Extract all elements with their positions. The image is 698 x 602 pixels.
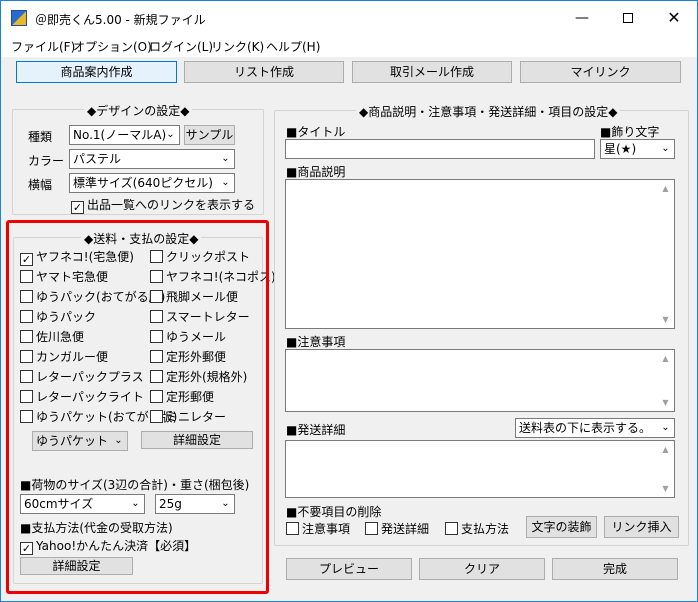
shipping-position-select[interactable]: 送料表の下に表示する。 ⌄ bbox=[515, 418, 675, 438]
menu-link[interactable]: リンク(K) bbox=[211, 38, 264, 55]
product-settings-title: ◆商品説明・注意事項・発送詳細・項目の設定◆ bbox=[356, 103, 621, 120]
highlight-box bbox=[6, 220, 269, 594]
description-textarea[interactable]: ▲ ▼ bbox=[285, 179, 675, 329]
menu-help[interactable]: ヘルプ(H) bbox=[266, 38, 320, 55]
tab-list[interactable]: リスト作成 bbox=[184, 61, 344, 83]
deco-value: 星(★) bbox=[604, 142, 637, 156]
notes-textarea[interactable]: ▲ ▼ bbox=[285, 349, 675, 412]
notes-scrollbar[interactable]: ▲ ▼ bbox=[657, 350, 674, 411]
minimize-button[interactable]: — bbox=[559, 1, 605, 35]
chevron-down-icon: ⌄ bbox=[221, 153, 230, 164]
type-value: No.1(ノーマルA) bbox=[73, 128, 167, 142]
color-value: パステル bbox=[73, 152, 122, 166]
shipping-detail-scrollbar[interactable]: ▲ ▼ bbox=[657, 441, 674, 497]
design-settings-title: ◆デザインの設定◆ bbox=[84, 102, 193, 119]
title-input[interactable] bbox=[285, 139, 595, 159]
scroll-up-icon[interactable]: ▲ bbox=[657, 441, 674, 458]
scroll-up-icon[interactable]: ▲ bbox=[657, 180, 674, 197]
listing-link-label: 出品一覧へのリンクを表示する bbox=[87, 198, 256, 212]
title-label: ■タイトル bbox=[286, 125, 346, 139]
checkmark-icon: ✓ bbox=[71, 201, 84, 214]
app-window: ＠即売くん5.00 - 新規ファイル — ✕ ファイル(F) オプション(O) … bbox=[0, 0, 698, 602]
scroll-up-icon[interactable]: ▲ bbox=[657, 350, 674, 367]
title-bar: ＠即売くん5.00 - 新規ファイル — ✕ bbox=[1, 1, 697, 35]
shipping-position-value: 送料表の下に表示する。 bbox=[519, 421, 652, 435]
checkbox-box bbox=[445, 522, 458, 535]
checkbox-box bbox=[365, 522, 378, 535]
clear-button[interactable]: クリア bbox=[419, 558, 545, 580]
menu-login[interactable]: ログイン(L) bbox=[149, 38, 213, 55]
maximize-icon bbox=[623, 13, 633, 23]
deco-select[interactable]: 星(★) ⌄ bbox=[600, 139, 675, 159]
remove-shipping-checkbox[interactable]: 発送詳細 bbox=[365, 522, 429, 538]
color-select[interactable]: パステル ⌄ bbox=[69, 149, 235, 169]
description-label: ■商品説明 bbox=[286, 165, 346, 179]
description-scrollbar[interactable]: ▲ ▼ bbox=[657, 180, 674, 328]
chevron-down-icon: ⌄ bbox=[661, 143, 670, 154]
tab-my-link[interactable]: マイリンク bbox=[520, 61, 681, 83]
close-button[interactable]: ✕ bbox=[651, 1, 697, 35]
scroll-down-icon[interactable]: ▼ bbox=[657, 480, 674, 497]
preview-button[interactable]: プレビュー bbox=[286, 558, 412, 580]
remove-shipping-label: 発送詳細 bbox=[381, 522, 430, 536]
chevron-down-icon: ⌄ bbox=[661, 422, 670, 433]
unused-items-label: ■不要項目の削除 bbox=[286, 505, 382, 519]
remove-notes-checkbox[interactable]: 注意事項 bbox=[286, 522, 350, 538]
remove-payment-checkbox[interactable]: 支払方法 bbox=[445, 522, 509, 538]
scroll-down-icon[interactable]: ▼ bbox=[657, 394, 674, 411]
chevron-down-icon: ⌄ bbox=[166, 129, 175, 140]
app-icon bbox=[11, 10, 27, 26]
type-label: 種類 bbox=[28, 130, 53, 144]
menu-file[interactable]: ファイル(F) bbox=[11, 38, 75, 55]
chevron-down-icon: ⌄ bbox=[221, 177, 230, 188]
color-label: カラー bbox=[28, 154, 65, 168]
text-decoration-button[interactable]: 文字の装飾 bbox=[526, 516, 597, 538]
sample-button[interactable]: サンプル bbox=[184, 125, 235, 145]
shipping-detail-label: ■発送詳細 bbox=[286, 423, 346, 437]
type-select[interactable]: No.1(ノーマルA) ⌄ bbox=[69, 125, 180, 145]
width-select[interactable]: 標準サイズ(640ピクセル) ⌄ bbox=[69, 173, 235, 193]
tab-product-info[interactable]: 商品案内作成 bbox=[16, 61, 177, 83]
link-insert-button[interactable]: リンク挿入 bbox=[604, 516, 679, 538]
tab-trade-mail[interactable]: 取引メール作成 bbox=[352, 61, 512, 83]
remove-notes-label: 注意事項 bbox=[302, 522, 351, 536]
checkbox-box bbox=[286, 522, 299, 535]
complete-button[interactable]: 完成 bbox=[552, 558, 678, 580]
scroll-down-icon[interactable]: ▼ bbox=[657, 311, 674, 328]
menu-bar: ファイル(F) オプション(O) ログイン(L) リンク(K) ヘルプ(H) bbox=[1, 35, 697, 57]
width-label: 横幅 bbox=[28, 178, 53, 192]
maximize-button[interactable] bbox=[605, 1, 651, 35]
deco-label: ■飾り文字 bbox=[600, 125, 660, 139]
window-title: ＠即売くん5.00 - 新規ファイル bbox=[35, 13, 206, 27]
remove-payment-label: 支払方法 bbox=[461, 522, 510, 536]
shipping-detail-textarea[interactable]: ▲ ▼ bbox=[285, 440, 675, 498]
width-value: 標準サイズ(640ピクセル) bbox=[73, 176, 213, 190]
menu-options[interactable]: オプション(O) bbox=[73, 38, 152, 55]
listing-link-checkbox[interactable]: ✓ 出品一覧へのリンクを表示する bbox=[71, 198, 255, 214]
notes-label: ■注意事項 bbox=[286, 335, 346, 349]
